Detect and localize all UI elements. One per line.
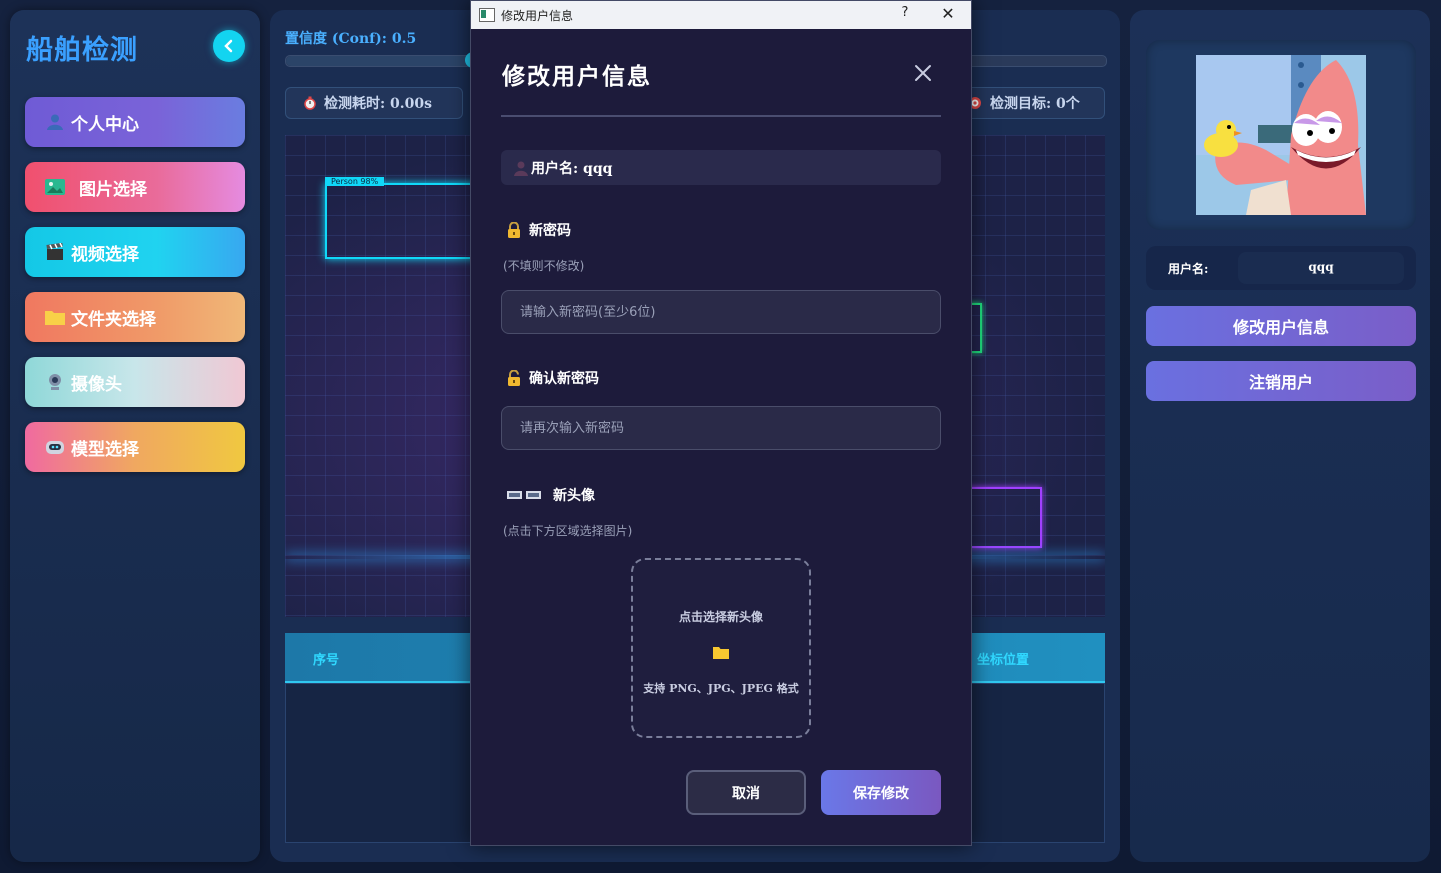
nav-model-select[interactable]: 模型选择 [25, 422, 245, 472]
folder-icon [713, 644, 729, 663]
detection-box-person: Person 98% [325, 177, 489, 259]
close-icon [915, 65, 931, 81]
confidence-label: 置信度 (Conf): 0.5 [285, 31, 417, 47]
upload-formats: 支持 PNG、JPG、JPEG 格式 [643, 682, 799, 695]
user-avatar [1196, 55, 1366, 215]
app-title: 船舶检测 [26, 35, 138, 66]
detection-target-box: 检测目标: 0个 [955, 87, 1105, 119]
edit-user-info-button[interactable]: 修改用户信息 [1146, 306, 1416, 346]
cancel-button[interactable]: 取消 [686, 770, 806, 815]
new-avatar-label-text: 新头像 [553, 488, 595, 504]
nav-image-select[interactable]: 图片选择 [25, 162, 245, 212]
robot-icon [45, 438, 65, 456]
detection-box-label: Person 98% [325, 177, 385, 186]
confirm-password-input[interactable] [501, 406, 941, 450]
detection-time-text: 检测耗时: 0.00s [324, 96, 433, 112]
username-value-box: qqq [1238, 252, 1404, 284]
dialog-close-button[interactable] [911, 61, 935, 85]
window-app-icon [479, 8, 495, 22]
new-password-hint: (不填则不修改) [503, 259, 585, 273]
username-label: 用户名: [1168, 262, 1209, 276]
detection-time-box: 检测耗时: 0.00s [285, 87, 463, 119]
window-close-button[interactable]: ✕ [937, 4, 959, 23]
confirm-password-label: 确认新密码 [507, 368, 599, 388]
help-button[interactable]: ? [898, 5, 912, 20]
detection-target-text: 检测目标: 0个 [990, 96, 1080, 112]
lock-icon [507, 222, 521, 238]
new-avatar-label: 新头像 [507, 485, 595, 505]
new-password-input[interactable] [501, 290, 941, 334]
photo-frames-icon [507, 490, 541, 500]
user-silhouette-icon [513, 160, 529, 176]
current-username-text: 用户名: qqq [531, 160, 613, 177]
stopwatch-icon [304, 96, 316, 110]
nav-webcam[interactable]: 摄像头 [25, 357, 245, 407]
col-position-header: 坐标位置 [977, 653, 1030, 668]
folder-icon [45, 308, 65, 326]
user-icon [45, 113, 65, 131]
new-password-label: 新密码 [507, 220, 571, 240]
dialog-divider [501, 115, 941, 117]
collapse-sidebar-button[interactable] [213, 30, 245, 62]
image-icon [45, 178, 65, 196]
username-value: qqq [1308, 260, 1334, 274]
webcam-icon [45, 373, 65, 391]
logout-user-button[interactable]: 注销用户 [1146, 361, 1416, 401]
nav-personal-center[interactable]: 个人中心 [25, 97, 245, 147]
current-username-box: 用户名: qqq [501, 150, 941, 185]
nav-label: 图片选择 [79, 179, 147, 200]
col-index-header: 序号 [313, 653, 340, 668]
nav-label: 个人中心 [71, 114, 139, 135]
clapper-icon [45, 243, 65, 261]
dialog-heading: 修改用户信息 [502, 63, 652, 90]
confirm-password-label-text: 确认新密码 [529, 371, 599, 387]
save-changes-button[interactable]: 保存修改 [821, 770, 941, 815]
nav-folder-select[interactable]: 文件夹选择 [25, 292, 245, 342]
new-avatar-hint: (点击下方区域选择图片) [503, 524, 633, 538]
window-title: 修改用户信息 [501, 9, 574, 23]
detection-box-purple [965, 487, 1042, 548]
nav-label: 摄像头 [71, 374, 122, 395]
chevron-left-icon [224, 39, 233, 53]
sidebar: 船舶检测 个人中心 图片选择 视频选择 文件夹选择 摄像头 模型选择 [10, 10, 260, 862]
nav-label: 文件夹选择 [71, 309, 156, 330]
avatar-upload-area[interactable]: 点击选择新头像 支持 PNG、JPG、JPEG 格式 [631, 558, 811, 738]
nav-video-select[interactable]: 视频选择 [25, 227, 245, 277]
dialog-titlebar: 修改用户信息 ? ✕ [471, 1, 971, 29]
edit-user-dialog: 修改用户信息 ? ✕ 修改用户信息 用户名: qqq 新密码 (不填则不修改) … [470, 0, 972, 846]
new-password-label-text: 新密码 [529, 223, 571, 239]
username-row: 用户名: qqq [1146, 246, 1416, 290]
unlock-icon [507, 370, 521, 386]
upload-title: 点击选择新头像 [678, 610, 763, 624]
nav-label: 视频选择 [71, 244, 139, 265]
nav-label: 模型选择 [71, 439, 139, 460]
